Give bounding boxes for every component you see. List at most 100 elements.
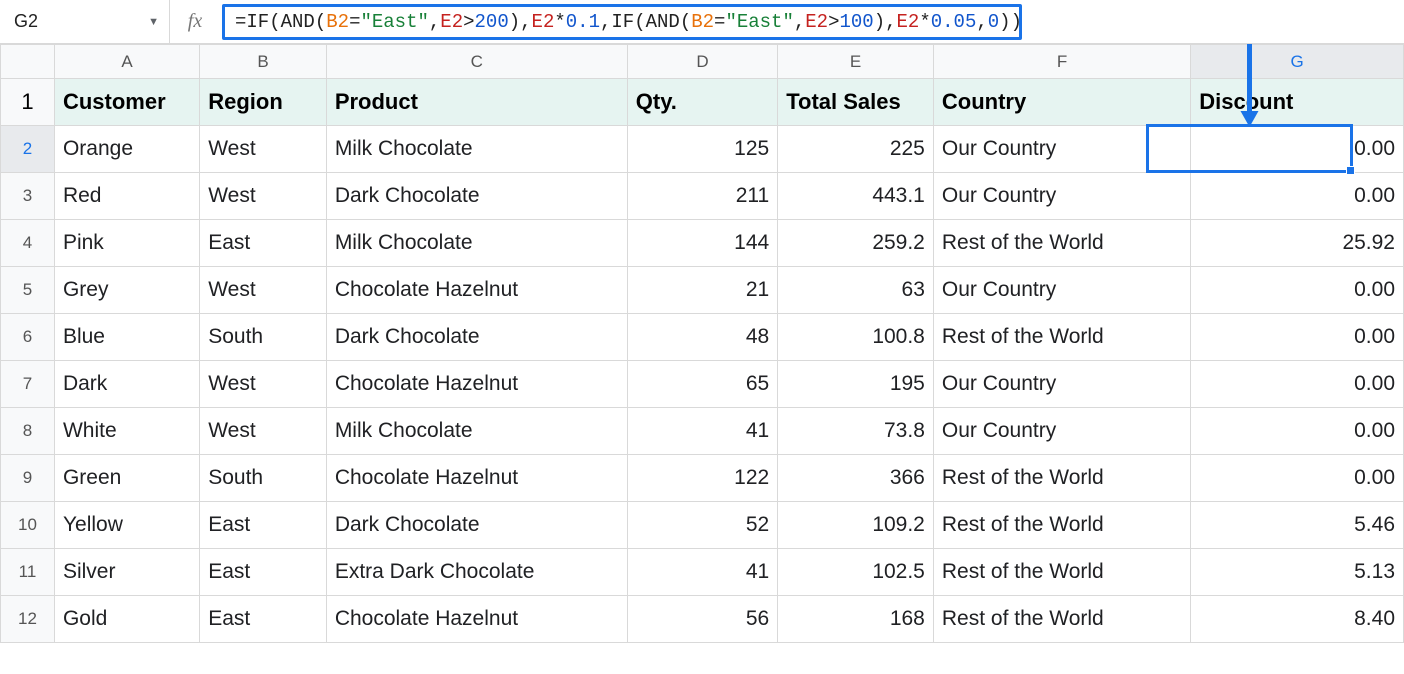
cell-F10[interactable]: Rest of the World: [933, 502, 1190, 549]
cell-C2[interactable]: Milk Chocolate: [326, 126, 627, 173]
row-header-12[interactable]: 12: [1, 596, 55, 643]
row-header-2[interactable]: 2: [1, 126, 55, 173]
col-header-C[interactable]: C: [326, 45, 627, 79]
name-box-dropdown-icon[interactable]: ▼: [148, 16, 159, 28]
cell-C10[interactable]: Dark Chocolate: [326, 502, 627, 549]
cell-B11[interactable]: East: [200, 549, 327, 596]
cell-E7[interactable]: 195: [778, 361, 934, 408]
cell-E9[interactable]: 366: [778, 455, 934, 502]
cell-F3[interactable]: Our Country: [933, 173, 1190, 220]
cell-B7[interactable]: West: [200, 361, 327, 408]
cell-G9[interactable]: 0.00: [1191, 455, 1404, 502]
cell-A7[interactable]: Dark: [54, 361, 199, 408]
cell-B10[interactable]: East: [200, 502, 327, 549]
col-header-B[interactable]: B: [200, 45, 327, 79]
cell-E10[interactable]: 109.2: [778, 502, 934, 549]
header-cell-E[interactable]: Total Sales: [778, 79, 934, 126]
cell-C5[interactable]: Chocolate Hazelnut: [326, 267, 627, 314]
cell-A11[interactable]: Silver: [54, 549, 199, 596]
cell-G10[interactable]: 5.46: [1191, 502, 1404, 549]
cell-D8[interactable]: 41: [627, 408, 777, 455]
cell-F5[interactable]: Our Country: [933, 267, 1190, 314]
cell-G4[interactable]: 25.92: [1191, 220, 1404, 267]
cell-B9[interactable]: South: [200, 455, 327, 502]
name-box[interactable]: G2 ▼: [0, 0, 170, 43]
row-header-3[interactable]: 3: [1, 173, 55, 220]
cell-F7[interactable]: Our Country: [933, 361, 1190, 408]
cell-B6[interactable]: South: [200, 314, 327, 361]
cell-B2[interactable]: West: [200, 126, 327, 173]
formula-input[interactable]: =IF(AND(B2="East",E2>200),E2*0.1,IF(AND(…: [222, 4, 1022, 40]
row-header-9[interactable]: 9: [1, 455, 55, 502]
cell-A4[interactable]: Pink: [54, 220, 199, 267]
cell-G11[interactable]: 5.13: [1191, 549, 1404, 596]
cell-B8[interactable]: West: [200, 408, 327, 455]
cell-E11[interactable]: 102.5: [778, 549, 934, 596]
header-cell-G[interactable]: Discount: [1191, 79, 1404, 126]
row-header-7[interactable]: 7: [1, 361, 55, 408]
row-header-5[interactable]: 5: [1, 267, 55, 314]
cell-A6[interactable]: Blue: [54, 314, 199, 361]
row-header-10[interactable]: 10: [1, 502, 55, 549]
cell-D3[interactable]: 211: [627, 173, 777, 220]
cell-D2[interactable]: 125: [627, 126, 777, 173]
cell-B4[interactable]: East: [200, 220, 327, 267]
cell-D11[interactable]: 41: [627, 549, 777, 596]
cell-A10[interactable]: Yellow: [54, 502, 199, 549]
spreadsheet-grid[interactable]: ABCDEFG1CustomerRegionProductQty.Total S…: [0, 44, 1404, 674]
row-header-1[interactable]: 1: [1, 79, 55, 126]
row-header-8[interactable]: 8: [1, 408, 55, 455]
cell-A8[interactable]: White: [54, 408, 199, 455]
cell-C11[interactable]: Extra Dark Chocolate: [326, 549, 627, 596]
cell-C3[interactable]: Dark Chocolate: [326, 173, 627, 220]
row-header-11[interactable]: 11: [1, 549, 55, 596]
col-header-D[interactable]: D: [627, 45, 777, 79]
cell-D10[interactable]: 52: [627, 502, 777, 549]
cell-G12[interactable]: 8.40: [1191, 596, 1404, 643]
cell-F4[interactable]: Rest of the World: [933, 220, 1190, 267]
col-header-E[interactable]: E: [778, 45, 934, 79]
row-header-6[interactable]: 6: [1, 314, 55, 361]
cell-G3[interactable]: 0.00: [1191, 173, 1404, 220]
cell-G8[interactable]: 0.00: [1191, 408, 1404, 455]
col-header-G[interactable]: G: [1191, 45, 1404, 79]
cell-G2[interactable]: 0.00: [1191, 126, 1404, 173]
cell-D9[interactable]: 122: [627, 455, 777, 502]
row-header-4[interactable]: 4: [1, 220, 55, 267]
cell-F11[interactable]: Rest of the World: [933, 549, 1190, 596]
cell-F9[interactable]: Rest of the World: [933, 455, 1190, 502]
cell-G7[interactable]: 0.00: [1191, 361, 1404, 408]
cell-C9[interactable]: Chocolate Hazelnut: [326, 455, 627, 502]
cell-E12[interactable]: 168: [778, 596, 934, 643]
cell-E8[interactable]: 73.8: [778, 408, 934, 455]
cell-F8[interactable]: Our Country: [933, 408, 1190, 455]
cell-D6[interactable]: 48: [627, 314, 777, 361]
cell-D5[interactable]: 21: [627, 267, 777, 314]
header-cell-A[interactable]: Customer: [54, 79, 199, 126]
header-cell-D[interactable]: Qty.: [627, 79, 777, 126]
header-cell-B[interactable]: Region: [200, 79, 327, 126]
header-cell-F[interactable]: Country: [933, 79, 1190, 126]
cell-D7[interactable]: 65: [627, 361, 777, 408]
cell-F2[interactable]: Our Country: [933, 126, 1190, 173]
cell-B5[interactable]: West: [200, 267, 327, 314]
cell-B3[interactable]: West: [200, 173, 327, 220]
cell-B12[interactable]: East: [200, 596, 327, 643]
cell-E5[interactable]: 63: [778, 267, 934, 314]
cell-E4[interactable]: 259.2: [778, 220, 934, 267]
cell-C4[interactable]: Milk Chocolate: [326, 220, 627, 267]
cell-A5[interactable]: Grey: [54, 267, 199, 314]
cell-C7[interactable]: Chocolate Hazelnut: [326, 361, 627, 408]
col-header-F[interactable]: F: [933, 45, 1190, 79]
fx-icon[interactable]: fx: [170, 0, 220, 43]
cell-G6[interactable]: 0.00: [1191, 314, 1404, 361]
cell-F12[interactable]: Rest of the World: [933, 596, 1190, 643]
cell-C12[interactable]: Chocolate Hazelnut: [326, 596, 627, 643]
cell-E2[interactable]: 225: [778, 126, 934, 173]
col-header-A[interactable]: A: [54, 45, 199, 79]
cell-C6[interactable]: Dark Chocolate: [326, 314, 627, 361]
cell-D4[interactable]: 144: [627, 220, 777, 267]
cell-A12[interactable]: Gold: [54, 596, 199, 643]
cell-C8[interactable]: Milk Chocolate: [326, 408, 627, 455]
cell-F6[interactable]: Rest of the World: [933, 314, 1190, 361]
